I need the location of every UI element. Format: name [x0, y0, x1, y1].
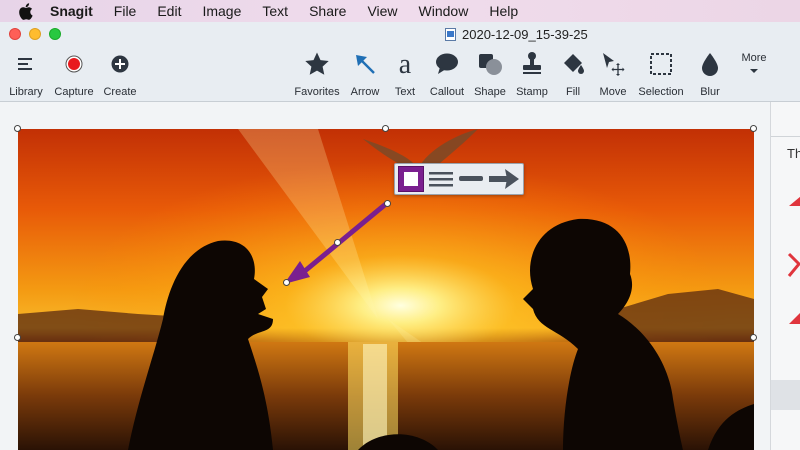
toolbar: Library Capture Create Favorites Arrow a…	[0, 48, 800, 102]
title-bar: 2020-12-09_15-39-25	[0, 22, 800, 48]
arrow-mid-handle[interactable]	[334, 239, 341, 246]
text-icon: a	[391, 50, 419, 78]
blur-label: Blur	[700, 86, 720, 98]
arrow-end-handle[interactable]	[283, 279, 290, 286]
window-maximize-button[interactable]	[49, 28, 61, 40]
menu-help[interactable]: Help	[489, 3, 518, 19]
create-label: Create	[103, 86, 137, 98]
window-title: 2020-12-09_15-39-25	[445, 27, 588, 42]
selection-label: Selection	[638, 86, 684, 98]
window-title-text: 2020-12-09_15-39-25	[462, 27, 588, 42]
properties-panel: Th	[770, 102, 800, 450]
library-label: Library	[9, 86, 43, 98]
resize-handle[interactable]	[750, 125, 757, 132]
line-weight-icon[interactable]	[428, 166, 454, 192]
menu-bar: Snagit File Edit Image Text Share View W…	[0, 0, 800, 22]
record-icon	[60, 50, 88, 78]
arrow-style-popover	[394, 163, 524, 195]
move-label: Move	[599, 86, 627, 98]
text-label: Text	[394, 86, 416, 98]
resize-handle[interactable]	[382, 125, 389, 132]
stamp-icon	[518, 50, 546, 78]
panel-divider	[771, 136, 800, 137]
shape-icon	[476, 50, 504, 78]
menu-image[interactable]: Image	[202, 3, 241, 19]
menu-text[interactable]: Text	[262, 3, 288, 19]
panel-arrow-presets[interactable]	[785, 194, 800, 334]
menu-app-name[interactable]: Snagit	[50, 3, 93, 19]
color-swatch-button[interactable]	[398, 166, 424, 192]
resize-handle[interactable]	[14, 125, 21, 132]
star-icon	[303, 50, 331, 78]
callout-label: Callout	[429, 86, 465, 98]
more-button[interactable]: More	[724, 48, 784, 75]
panel-footer	[771, 380, 800, 410]
document-icon	[445, 28, 456, 41]
resize-handle[interactable]	[14, 334, 21, 341]
arrow-head-icon[interactable]	[488, 166, 520, 192]
canvas-image[interactable]	[18, 129, 754, 450]
blur-icon	[696, 50, 724, 78]
chevron-down-icon	[750, 69, 758, 73]
menu-file[interactable]: File	[114, 3, 137, 19]
window-close-button[interactable]	[9, 28, 21, 40]
move-icon	[599, 50, 627, 78]
capture-label: Capture	[54, 86, 94, 98]
list-icon	[12, 50, 40, 78]
menu-share[interactable]: Share	[309, 3, 346, 19]
menu-view[interactable]: View	[367, 3, 397, 19]
apple-icon[interactable]	[18, 2, 36, 20]
menu-window[interactable]: Window	[419, 3, 469, 19]
menu-edit[interactable]: Edit	[157, 3, 181, 19]
create-button[interactable]: Create	[90, 48, 150, 98]
plus-circle-icon	[106, 50, 134, 78]
arrow-start-handle[interactable]	[384, 200, 391, 207]
panel-partial-text: Th	[787, 146, 800, 161]
line-style-icon[interactable]	[458, 166, 484, 192]
svg-text:a: a	[399, 51, 412, 77]
selection-icon	[647, 50, 675, 78]
favorites-label: Favorites	[294, 86, 340, 98]
more-label: More	[741, 52, 767, 64]
fill-label: Fill	[565, 86, 581, 98]
resize-handle[interactable]	[750, 334, 757, 341]
window-minimize-button[interactable]	[29, 28, 41, 40]
callout-icon	[433, 50, 461, 78]
